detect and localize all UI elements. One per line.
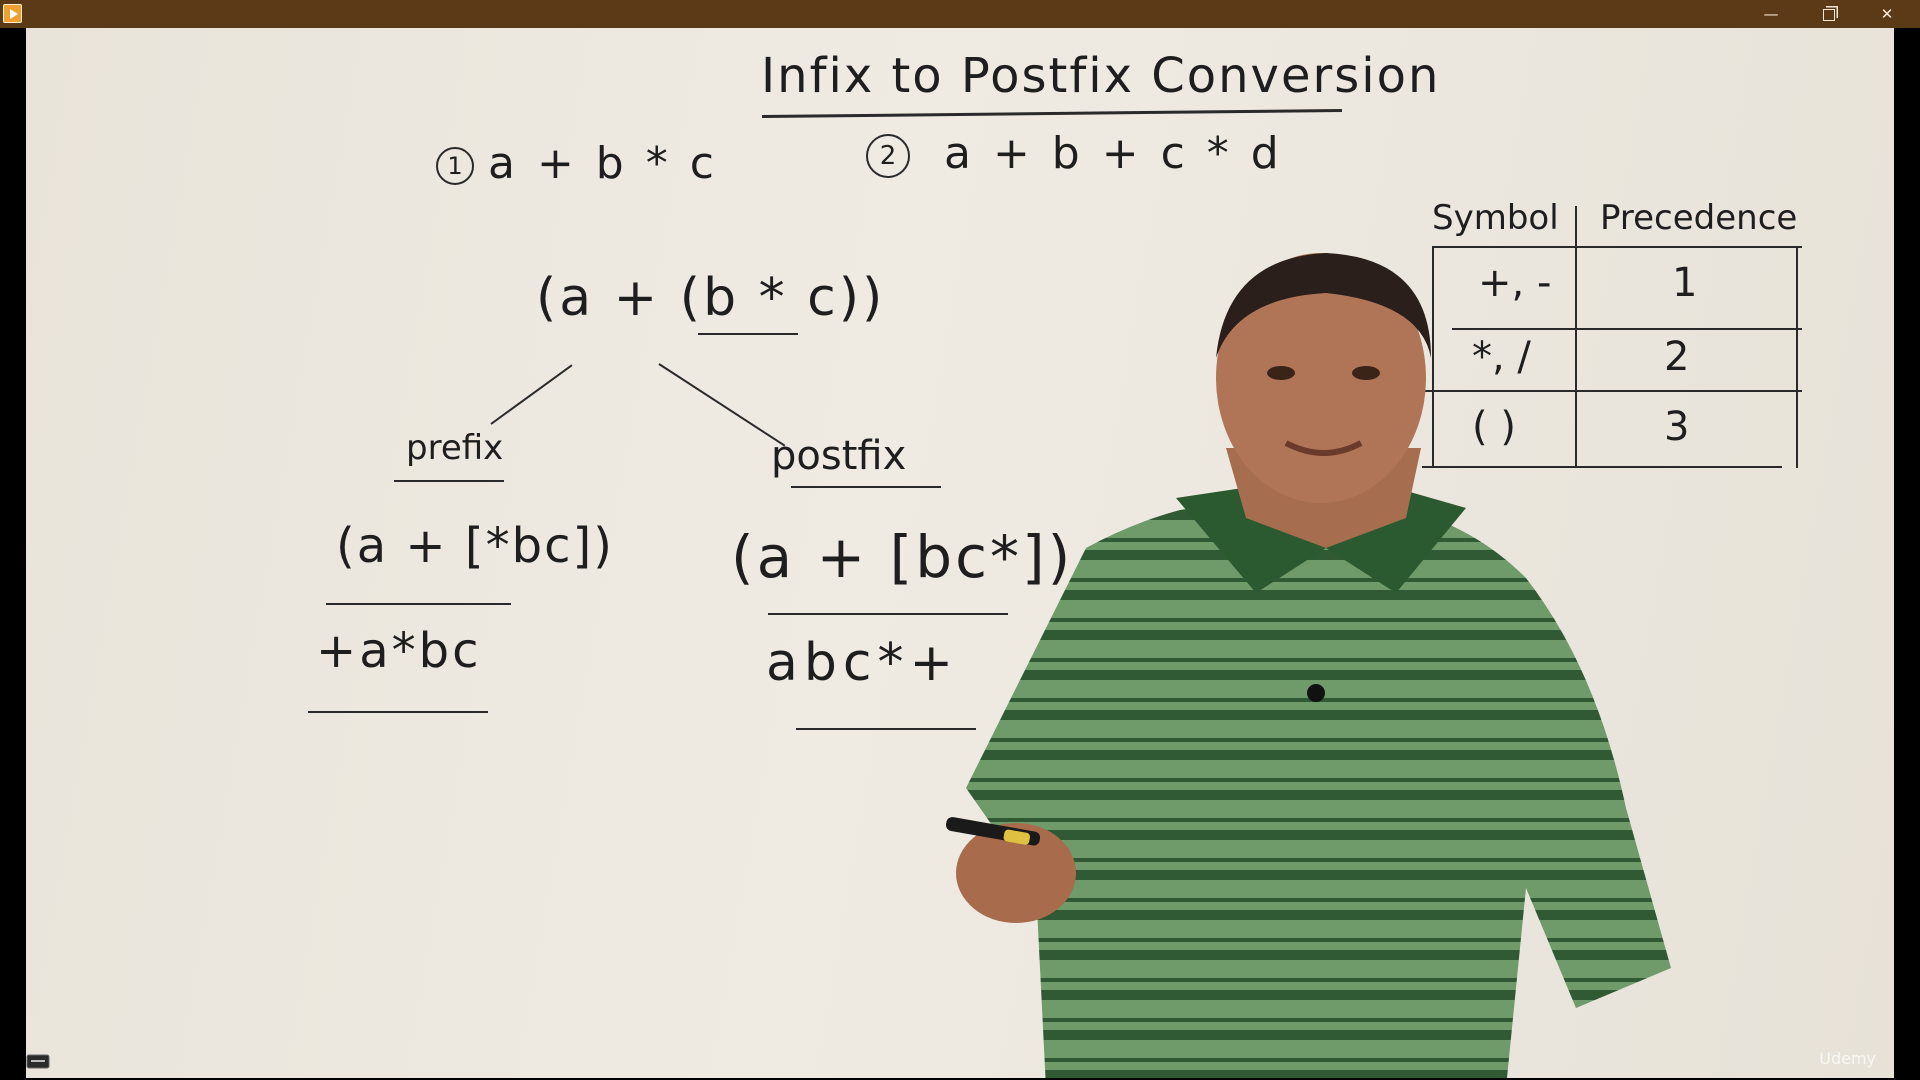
prefix-label-underline (394, 480, 504, 482)
prefix-step-underline (326, 603, 511, 605)
prefix-step: (a + [*bc]) (336, 518, 614, 574)
postfix-label-underline (791, 486, 941, 488)
title-underline (762, 108, 1342, 119)
table-rule-right (1796, 246, 1798, 468)
video-frame[interactable]: Infix to Postfix Conversion 1 a + b * c 2… (26, 28, 1894, 1078)
example-2: 2 a + b + c * d (866, 128, 1283, 179)
main-expression: (a + (b * c)) (536, 268, 886, 328)
table-header-symbol: Symbol (1432, 198, 1559, 238)
prefix-branch (490, 364, 573, 425)
close-icon: ✕ (1880, 5, 1894, 23)
example-2-number: 2 (866, 134, 910, 178)
example-1: 1 a + b * c (436, 138, 718, 189)
example-1-expression: a + b * c (488, 138, 718, 189)
restore-button[interactable] (1806, 0, 1852, 28)
prefix-label: prefix (406, 428, 504, 468)
subexpr-underline (698, 333, 798, 335)
postfix-label: postfix (771, 433, 907, 479)
app-play-icon[interactable] (3, 4, 22, 23)
example-2-expression: a + b + c * d (944, 128, 1283, 179)
prefix-result-underline (308, 711, 488, 713)
prefix-result: +a*bc (316, 623, 482, 679)
close-button[interactable]: ✕ (1864, 0, 1910, 28)
minimize-button[interactable]: — (1748, 0, 1794, 28)
restore-icon (1823, 9, 1835, 21)
example-1-number: 1 (436, 147, 474, 185)
minimize-icon: — (1763, 5, 1779, 23)
window-titlebar: — ✕ (0, 0, 1920, 28)
caption-icon[interactable] (26, 1052, 52, 1070)
table-header-precedence: Precedence (1600, 198, 1798, 238)
presenter-figure (945, 253, 1671, 1078)
board-title: Infix to Postfix Conversion (761, 48, 1441, 104)
postfix-branch (658, 363, 786, 447)
udemy-watermark: Udemy (1819, 1049, 1876, 1068)
